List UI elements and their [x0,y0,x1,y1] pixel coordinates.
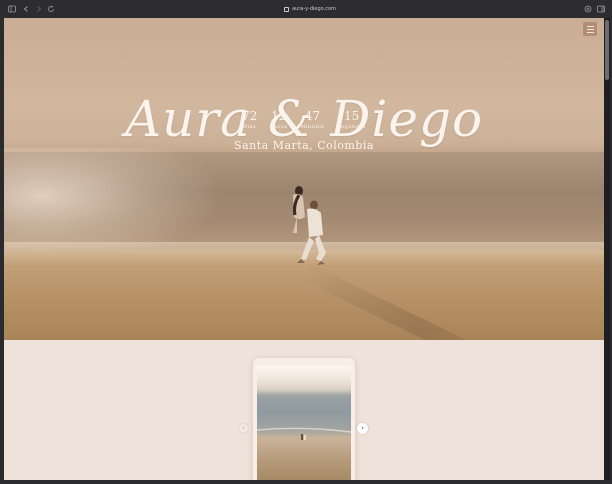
scroll-thumb[interactable] [605,20,609,80]
couple-photo [293,186,326,265]
countdown-timer: 72 Días 12 Horas 47 Minutos 15 Segundos [242,110,366,132]
countdown-seconds: 15 Segundos [337,110,366,132]
beach-couple-image [257,388,351,440]
countdown-value: 72 [242,109,258,123]
hamburger-menu-icon[interactable] [583,22,597,36]
page-scrollbar[interactable] [604,18,610,480]
forward-icon[interactable] [35,5,43,13]
gallery-photo [257,366,351,480]
reload-icon[interactable] [47,5,55,13]
countdown-label: Minutos [300,124,325,130]
page-viewport: Aura & Diego 72 Días 12 Horas 47 Minutos… [4,18,604,480]
browser-window: aura-y-diego.com Aura & Diego 72 Días 12… [0,0,612,484]
chevron-right-icon[interactable]: › [357,423,368,434]
countdown-value: 47 [304,109,321,123]
countdown-value: 15 [343,109,360,123]
gallery-photo-card[interactable] [253,358,355,480]
share-icon[interactable] [584,5,592,13]
hero-section: Aura & Diego 72 Días 12 Horas 47 Minutos… [4,18,604,340]
countdown-value: 12 [271,109,287,123]
countdown-minutes: 47 Minutos [300,110,324,132]
countdown-label: Horas [269,124,288,130]
sidebar-icon[interactable] [8,5,16,13]
countdown-label: Días [243,124,257,130]
url-text: aura-y-diego.com [292,6,336,12]
countdown-days: 72 Días [242,110,257,132]
address-bar[interactable]: aura-y-diego.com [270,4,350,14]
lock-icon [284,6,290,12]
chevron-left-icon[interactable]: ‹ [238,423,249,434]
countdown-label: Segundos [337,124,366,130]
countdown-hours: 12 Horas [270,110,288,132]
tabs-icon[interactable] [597,5,605,13]
wedding-location: Santa Marta, Colombia [234,139,374,152]
browser-toolbar: aura-y-diego.com [0,0,612,18]
back-icon[interactable] [22,5,30,13]
